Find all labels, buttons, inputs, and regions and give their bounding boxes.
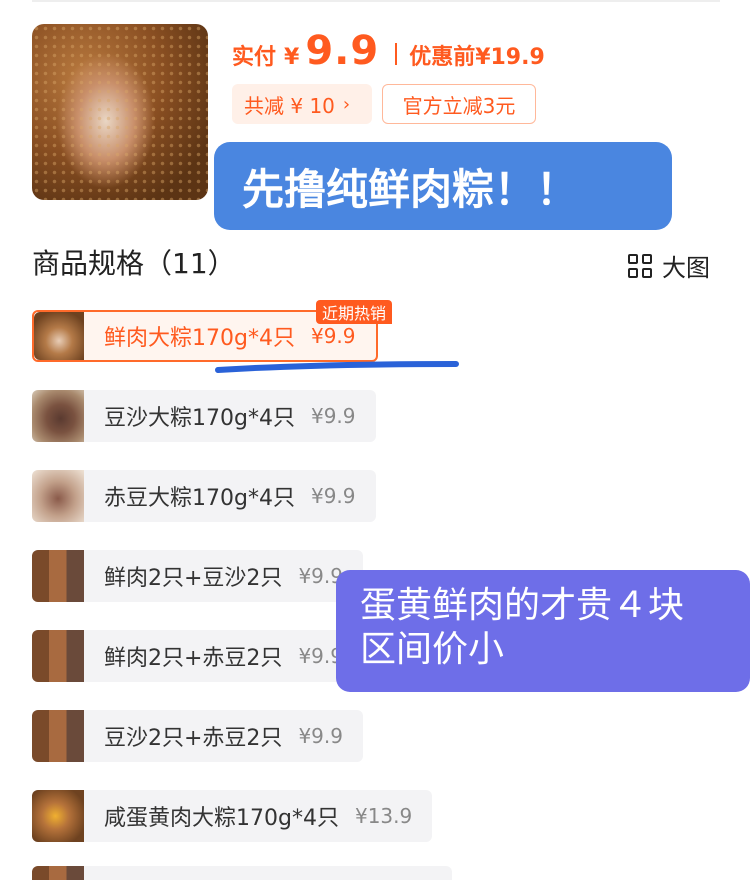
annotation-note-2-line-1: 蛋黄鲜肉的才贵４块 bbox=[360, 585, 685, 626]
spec-option-price: ¥9.9 bbox=[310, 484, 356, 508]
spec-option-name: 豆沙大粽170g*4只 bbox=[104, 406, 295, 431]
zongzi-bean-thumbnail bbox=[32, 390, 84, 442]
spec-option-name: 豆沙2只+赤豆2只 bbox=[104, 726, 283, 751]
spec-option-price: ¥13.9 bbox=[354, 804, 413, 828]
annotation-note-2: 蛋黄鲜肉的才贵４块 区间价小 bbox=[336, 570, 750, 692]
spec-option-price: ¥9.9 bbox=[310, 324, 356, 348]
zongzi-combo-thumbnail bbox=[32, 630, 84, 682]
zongzi-combo-thumbnail bbox=[32, 550, 84, 602]
zongzi-meat-thumbnail bbox=[34, 312, 84, 360]
price-row: 实付 ¥ 9.9 优惠前¥19.9 bbox=[232, 28, 545, 80]
top-divider bbox=[32, 0, 720, 2]
discount-tag[interactable]: 共减 ¥ 10 › bbox=[232, 84, 372, 124]
discount-tag-label: 共减 ¥ 10 bbox=[244, 93, 335, 118]
spec-option-8-partial[interactable] bbox=[32, 866, 452, 880]
big-view-toggle[interactable]: 大图 bbox=[628, 248, 710, 283]
spec-option-name: 鲜肉大粽170g*4只 bbox=[104, 326, 295, 351]
big-view-label: 大图 bbox=[662, 254, 710, 282]
spec-option-name: 鲜肉2只+赤豆2只 bbox=[104, 646, 283, 671]
grid-view-icon bbox=[628, 253, 652, 278]
spec-title-label: 商品规格（11） bbox=[32, 247, 236, 280]
spec-option-5[interactable]: 鲜肉2只+赤豆2只 ¥9.9 bbox=[32, 630, 363, 682]
spec-option-6[interactable]: 豆沙2只+赤豆2只 ¥9.9 bbox=[32, 710, 363, 762]
original-price: 优惠前¥19.9 bbox=[409, 45, 545, 70]
currency-symbol: ¥ bbox=[284, 45, 300, 70]
zongzi-thumbnail bbox=[32, 866, 84, 880]
zongzi-redbean-thumbnail bbox=[32, 470, 84, 522]
spec-option-name: 赤豆大粽170g*4只 bbox=[104, 486, 295, 511]
spec-option-7[interactable]: 咸蛋黄肉大粽170g*4只 ¥13.9 bbox=[32, 790, 433, 842]
zongzi-yolk-thumbnail bbox=[32, 790, 84, 842]
annotation-note-1-text: 先撸纯鲜肉粽！！ bbox=[242, 164, 579, 214]
spec-option-name: 鲜肉2只+豆沙2只 bbox=[104, 566, 283, 591]
official-discount-tag: 官方立减3元 bbox=[382, 84, 536, 124]
hot-sale-badge: 近期热销 bbox=[316, 300, 393, 324]
spec-option-3[interactable]: 赤豆大粽170g*4只 ¥9.9 bbox=[32, 470, 376, 522]
spec-option-4[interactable]: 鲜肉2只+豆沙2只 ¥9.9 bbox=[32, 550, 363, 602]
chevron-right-icon: › bbox=[342, 93, 351, 115]
product-image[interactable] bbox=[32, 24, 208, 200]
hand-drawn-underline bbox=[215, 361, 459, 373]
annotation-note-2-line-2: 区间价小 bbox=[360, 629, 505, 670]
official-discount-label: 官方立减3元 bbox=[402, 93, 516, 118]
pay-amount: 9.9 bbox=[305, 28, 380, 74]
spec-option-2[interactable]: 豆沙大粽170g*4只 ¥9.9 bbox=[32, 390, 376, 442]
zongzi-combo-thumbnail bbox=[32, 710, 84, 762]
pay-label: 实付 bbox=[232, 45, 277, 70]
annotation-note-1: 先撸纯鲜肉粽！！ bbox=[214, 142, 672, 230]
spec-option-name: 咸蛋黄肉大粽170g*4只 bbox=[104, 806, 339, 831]
hot-sale-badge-label: 近期热销 bbox=[322, 304, 387, 323]
price-divider bbox=[395, 43, 398, 65]
spec-section-title: 商品规格（11） bbox=[32, 242, 236, 282]
spec-option-price: ¥9.9 bbox=[310, 404, 356, 428]
spec-option-price: ¥9.9 bbox=[298, 724, 343, 748]
